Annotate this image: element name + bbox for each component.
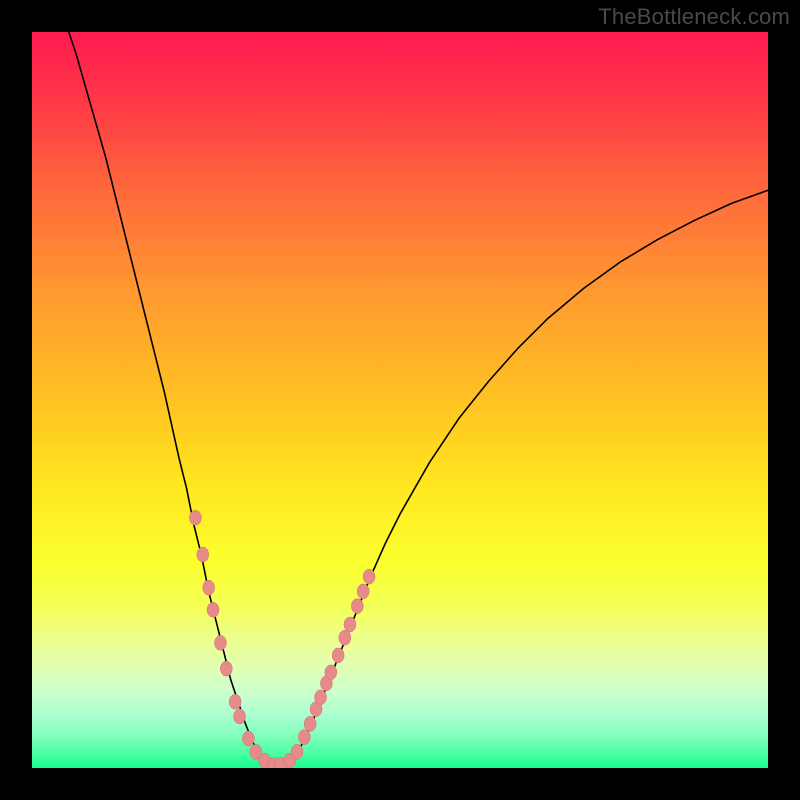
- data-point-marker: [242, 731, 254, 746]
- data-point-marker: [351, 599, 363, 614]
- data-point-marker: [339, 630, 351, 645]
- data-point-marker: [291, 744, 303, 759]
- plot-area: [32, 32, 768, 768]
- chart-canvas: TheBottleneck.com: [0, 0, 800, 800]
- data-point-marker: [357, 584, 369, 599]
- bottleneck-curve: [61, 32, 768, 767]
- data-point-marker: [189, 510, 201, 525]
- data-point-marker: [203, 580, 215, 595]
- data-point-marker: [315, 690, 327, 705]
- data-point-marker: [332, 648, 344, 663]
- data-point-marker: [229, 694, 241, 709]
- data-point-marker: [304, 716, 316, 731]
- data-point-marker: [220, 661, 232, 676]
- data-point-marker: [234, 709, 246, 724]
- data-point-marker: [197, 547, 209, 562]
- marker-layer: [189, 510, 375, 768]
- data-point-marker: [298, 730, 310, 745]
- data-point-marker: [363, 569, 375, 584]
- data-point-marker: [207, 602, 219, 617]
- data-point-marker: [344, 617, 356, 632]
- data-point-marker: [214, 635, 226, 650]
- chart-svg: [32, 32, 768, 768]
- watermark-text: TheBottleneck.com: [598, 4, 790, 30]
- data-point-marker: [325, 665, 337, 680]
